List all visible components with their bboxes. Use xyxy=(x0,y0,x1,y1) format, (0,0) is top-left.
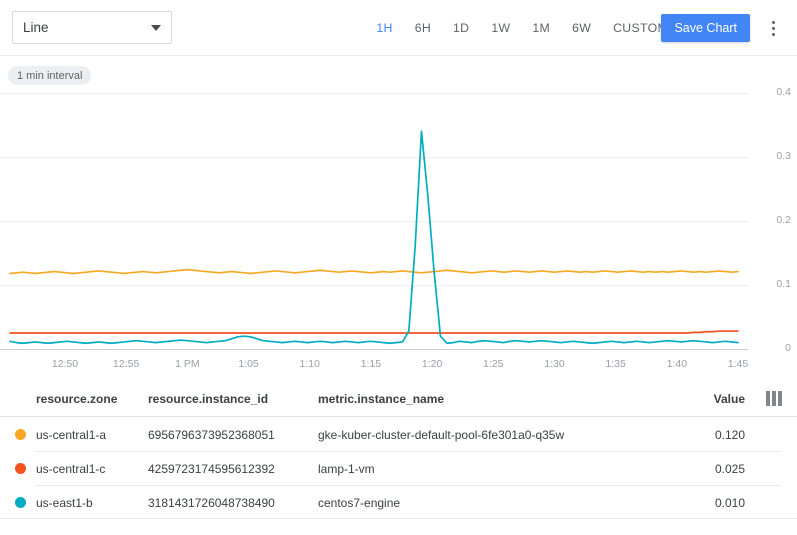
chart-type-select[interactable]: Line xyxy=(12,11,172,44)
series-line[interactable] xyxy=(10,270,738,274)
series-color-dot xyxy=(15,429,26,440)
cell-metric-instance-name: lamp-1-vm xyxy=(318,462,375,476)
chart-type-label: Line xyxy=(23,21,151,35)
series-color-dot xyxy=(15,497,26,508)
cell-resource-instance-id: 3181431726048738490 xyxy=(148,496,275,510)
range-button-1m[interactable]: 1M xyxy=(521,15,561,41)
table-row[interactable]: us-east1-b 3181431726048738490 centos7-eng… xyxy=(0,485,797,519)
header-resource-instance-id[interactable]: resource.instance_id xyxy=(148,392,268,406)
y-tick-label: 0.1 xyxy=(751,278,791,290)
y-tick-label: 0.4 xyxy=(751,86,791,98)
cell-resource-zone: us-central1-c xyxy=(36,462,105,476)
y-tick-label: 0 xyxy=(751,342,791,354)
x-tick-label: 1:25 xyxy=(465,358,521,370)
x-tick-label: 12:50 xyxy=(37,358,93,370)
x-tick-label: 1:45 xyxy=(710,358,766,370)
range-button-6w[interactable]: 6W xyxy=(561,15,602,41)
series-line[interactable] xyxy=(10,131,738,343)
cell-metric-instance-name: centos7-engine xyxy=(318,496,400,510)
cell-metric-instance-name: gke-kuber-cluster-default-pool-6fe301a0-… xyxy=(318,428,564,442)
cell-resource-zone: us-central1-a xyxy=(36,428,106,442)
cell-resource-zone: us-east1-b xyxy=(36,496,93,510)
x-tick-label: 1:10 xyxy=(282,358,338,370)
range-button-1d[interactable]: 1D xyxy=(442,15,480,41)
cell-resource-instance-id: 6956796373952368051 xyxy=(148,428,275,442)
chevron-down-icon xyxy=(151,25,161,31)
chart-page: Line 1H6H1D1W1M6WCUSTOM Save Chart 1 min… xyxy=(0,0,797,535)
x-tick-label: 1:15 xyxy=(343,358,399,370)
header-resource-zone[interactable]: resource.zone xyxy=(36,392,117,406)
table-row[interactable]: us-central1-a 6956796373952368051 gke-kube… xyxy=(0,417,797,451)
x-tick-label: 1:20 xyxy=(404,358,460,370)
range-button-1w[interactable]: 1W xyxy=(480,15,521,41)
save-chart-button[interactable]: Save Chart xyxy=(661,14,750,42)
kebab-menu-icon[interactable] xyxy=(763,16,783,40)
table-body: us-central1-a 6956796373952368051 gke-kube… xyxy=(0,417,797,519)
cell-value: 0.120 xyxy=(715,428,745,442)
chart: 0 0.1 0.2 0.3 0.4 xyxy=(0,86,797,376)
header-metric-instance-name[interactable]: metric.instance_name xyxy=(318,392,444,406)
x-tick-label: 1:05 xyxy=(221,358,277,370)
y-tick-label: 0.2 xyxy=(751,214,791,226)
time-range-group: 1H6H1D1W1M6WCUSTOM xyxy=(365,0,679,56)
x-tick-label: 1:40 xyxy=(649,358,705,370)
chart-canvas xyxy=(0,86,797,376)
header-value[interactable]: Value xyxy=(714,392,745,406)
table-row[interactable]: us-central1-c 4259723174595612392 lamp-1-v… xyxy=(0,451,797,485)
range-button-1h[interactable]: 1H xyxy=(365,15,403,41)
cell-resource-instance-id: 4259723174595612392 xyxy=(148,462,275,476)
x-tick-label: 1:35 xyxy=(588,358,644,370)
cell-value: 0.025 xyxy=(715,462,745,476)
series-color-dot xyxy=(15,463,26,474)
toolbar: Line 1H6H1D1W1M6WCUSTOM Save Chart xyxy=(0,0,797,56)
interval-chip: 1 min interval xyxy=(8,66,91,85)
y-tick-label: 0.3 xyxy=(751,150,791,162)
range-button-6h[interactable]: 6H xyxy=(404,15,442,41)
x-tick-label: 12:55 xyxy=(98,358,154,370)
x-tick-label: 1 PM xyxy=(159,358,215,370)
series-line[interactable] xyxy=(10,331,738,333)
table-header-row: resource.zone resource.instance_id metri… xyxy=(0,381,797,417)
x-tick-label: 1:30 xyxy=(526,358,582,370)
cell-value: 0.010 xyxy=(715,496,745,510)
column-settings-icon[interactable] xyxy=(766,391,783,406)
series-table: resource.zone resource.instance_id metri… xyxy=(0,381,797,519)
